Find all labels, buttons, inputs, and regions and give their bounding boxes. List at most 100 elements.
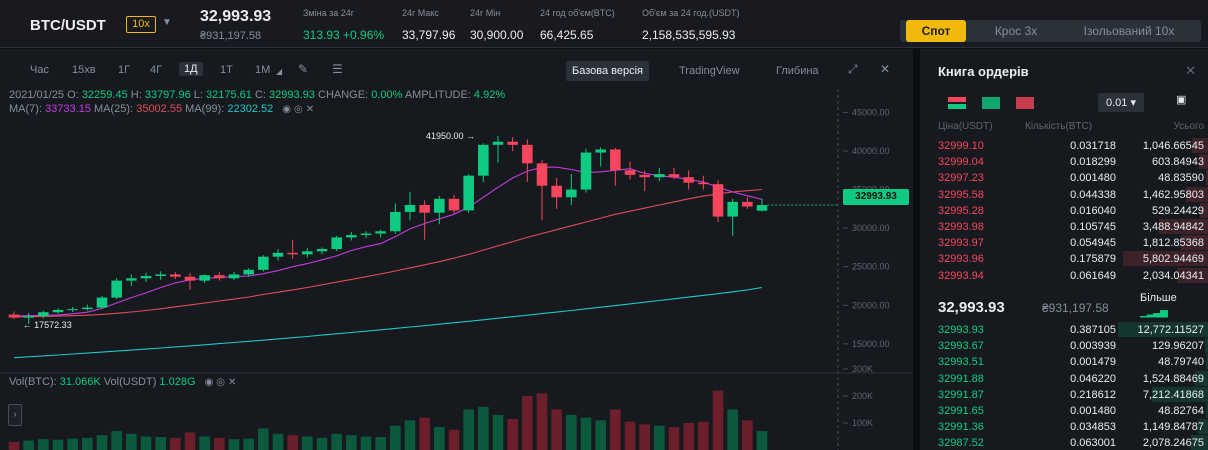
volume-bar (566, 414, 577, 450)
bid-qty: 0.001480 (1070, 405, 1116, 417)
ask-qty: 0.031718 (1070, 140, 1116, 152)
candle-body (419, 205, 430, 213)
ask-row[interactable]: 32999.10 0.031718 1,046.66545 (920, 138, 1208, 154)
candle-body (434, 198, 445, 213)
bid-row[interactable]: 32991.87 0.218612 7,212.41868 (920, 386, 1208, 403)
ask-row[interactable]: 32995.28 0.016040 529.24429 (920, 202, 1208, 219)
bid-total: 129.96207 (1152, 340, 1204, 353)
volume-tick-label: 100K (852, 418, 873, 428)
candle-body (727, 201, 738, 217)
ask-price: 32993.98 (938, 221, 984, 233)
bid-qty: 0.387105 (1070, 324, 1116, 336)
market-header: BTC/USDT 10x ▼ 32,993.93 ₴931,197.58 Змі… (0, 0, 1208, 48)
bid-row[interactable]: 32993.51 0.001479 48.79740 (920, 354, 1208, 370)
volume-bar (727, 409, 738, 450)
volume-bar (67, 438, 78, 450)
bid-row[interactable]: 32991.36 0.034853 1,149.84787 (920, 419, 1208, 435)
price-tick-label: 20000.00 (852, 300, 890, 310)
printer-icon[interactable]: ▣ (1176, 93, 1186, 106)
volume-bar (463, 409, 474, 450)
candle-body (346, 235, 357, 238)
col-qty-header: Кількість(BTC) (1025, 121, 1093, 132)
ask-row[interactable]: 32993.98 0.105745 3,488.94842 (920, 219, 1208, 235)
ask-row[interactable]: 32993.97 0.054945 1,812.85368 (920, 235, 1208, 251)
ask-price: 32993.97 (938, 237, 984, 250)
orderbook-last-price: 32,993.93 (938, 299, 1005, 316)
ask-row[interactable]: 32997.23 0.001480 48.83590 (920, 170, 1208, 186)
bid-price: 32987.52 (938, 437, 984, 450)
close-icon[interactable]: ✕ (1185, 63, 1196, 79)
bid-row[interactable]: 32993.67 0.003939 129.96207 (920, 338, 1208, 354)
candle-body (742, 201, 753, 207)
candle-body (155, 274, 166, 276)
ma25-line (13, 188, 763, 318)
ask-qty: 0.054945 (1070, 237, 1116, 250)
chevron-down-icon[interactable]: ▼ (162, 17, 172, 28)
bid-row[interactable]: 32991.88 0.046220 1,524.88469 (920, 370, 1208, 387)
orderbook-last-price-uah: ₴931,197.58 (1042, 301, 1109, 315)
bid-qty: 0.001479 (1070, 356, 1116, 369)
last-price: 32,993.93 (200, 8, 272, 25)
ask-row[interactable]: 32995.58 0.044338 1,462.95803 (920, 186, 1208, 203)
bid-row[interactable]: 32993.93 0.387105 12,772.11527 (920, 322, 1208, 338)
volume-bar (8, 441, 20, 450)
candle-body (595, 149, 606, 153)
tab-isolated[interactable]: Ізольований 10х (1060, 20, 1198, 42)
ask-qty: 0.175879 (1070, 253, 1116, 266)
price-tick-label: 15000.00 (852, 339, 890, 349)
bid-price: 32991.65 (938, 405, 984, 417)
low-price-label: ← 17572.33 (23, 320, 72, 330)
volume-bar (375, 437, 386, 450)
stat-high-value: 33,797.96 (402, 28, 456, 42)
candle-body (170, 274, 181, 277)
volume-bar (390, 425, 401, 450)
candle-body (390, 211, 401, 232)
ask-row[interactable]: 32999.04 0.018299 603.84943 (920, 154, 1208, 170)
volume-bar (698, 421, 709, 450)
volume-bar (478, 406, 489, 450)
ask-qty: 0.018299 (1070, 156, 1116, 169)
candle-body (126, 278, 137, 281)
bid-row[interactable]: 32991.65 0.001480 48.82764 (920, 403, 1208, 419)
stat-vol-btc-value: 66,425.65 (540, 28, 594, 42)
ask-row[interactable]: 32993.96 0.175879 5,802.94469 (920, 251, 1208, 267)
ask-row[interactable]: 32993.94 0.061649 2,034.04341 (920, 267, 1208, 284)
ask-total: 529.24429 (1152, 204, 1204, 217)
ask-price: 32999.10 (938, 140, 984, 152)
ask-price: 32999.04 (938, 156, 984, 169)
precision-select[interactable]: 0.01 ▾ (1098, 93, 1144, 112)
book-bids-icon[interactable] (982, 97, 1000, 109)
candle-body (199, 275, 210, 281)
tab-spot[interactable]: Спот (906, 20, 966, 42)
candle-body (683, 177, 694, 183)
tab-cross[interactable]: Крос 3х (980, 20, 1052, 42)
bid-price: 32991.87 (938, 388, 984, 401)
candle-body (38, 312, 49, 317)
pair-selector[interactable]: BTC/USDT (30, 17, 106, 34)
bid-price: 32993.51 (938, 356, 984, 369)
last-price-uah: ₴931,197.58 (200, 30, 262, 42)
price-tick-label: 45000.00 (852, 107, 890, 117)
bid-qty: 0.046220 (1070, 372, 1116, 385)
volume-bar (360, 436, 372, 450)
ask-qty: 0.044338 (1070, 188, 1116, 201)
volume-bar (96, 435, 108, 450)
candle-body (668, 174, 680, 178)
book-both-icon[interactable] (948, 97, 966, 109)
stat-low-value: 30,900.00 (470, 28, 524, 42)
bid-row[interactable]: 32987.52 0.063001 2,078.24675 (920, 435, 1208, 450)
candle-body (463, 175, 474, 211)
bid-price: 32993.93 (938, 324, 984, 336)
expand-arrow-icon[interactable]: › (8, 404, 22, 426)
candle-body (82, 307, 93, 310)
ask-total: 2,034.04341 (1142, 269, 1204, 282)
book-asks-icon[interactable] (1016, 97, 1034, 109)
more-link[interactable]: Більше (1140, 292, 1177, 304)
candlestick-chart[interactable]: 45000.0040000.0035000.0030000.0025000.00… (0, 49, 913, 450)
volume-bar (683, 423, 694, 450)
candle-body (522, 144, 533, 164)
ask-qty: 0.061649 (1070, 269, 1116, 282)
bid-price: 32993.67 (938, 340, 984, 353)
stat-vol-btc-label: 24 год об'єм(BTC) (540, 8, 615, 18)
candle-body (566, 189, 577, 198)
